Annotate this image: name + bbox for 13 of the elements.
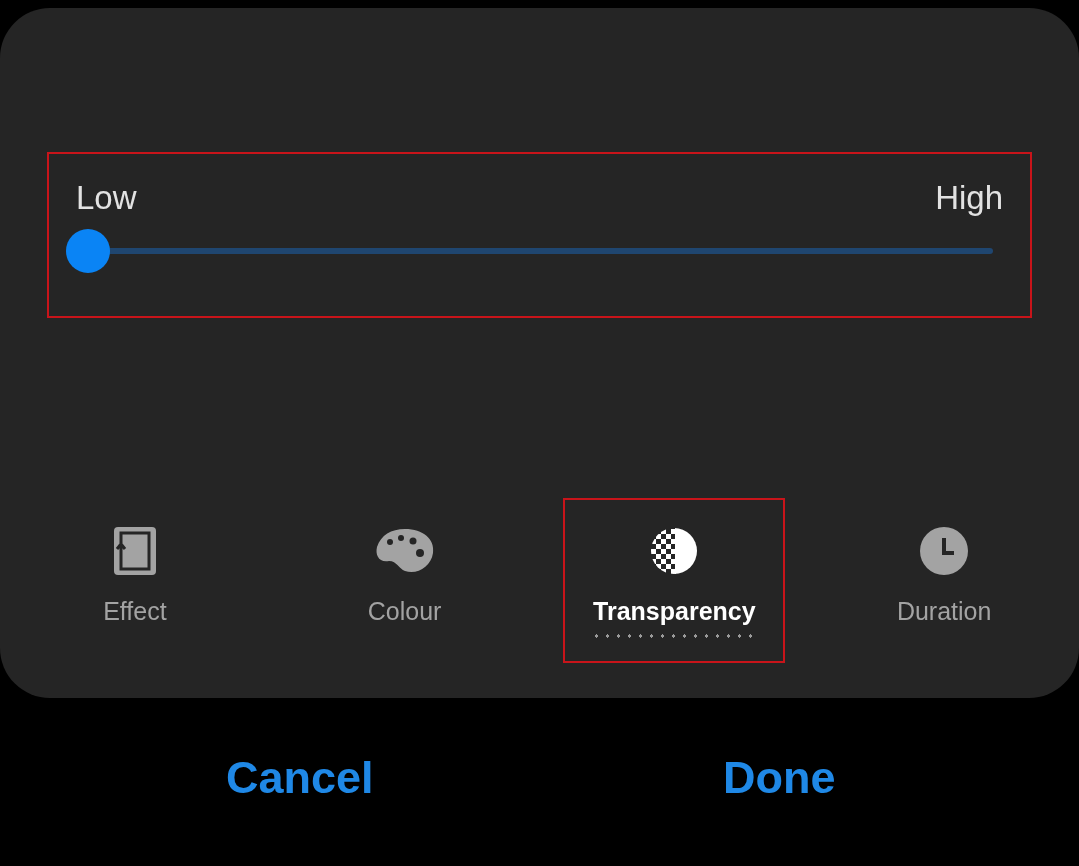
palette-icon: [374, 527, 435, 575]
slider-thumb[interactable]: [66, 229, 110, 273]
low-label: Low: [76, 178, 137, 218]
tab[interactable]: Duration: [833, 498, 1056, 663]
dialog-button[interactable]: Cancel: [205, 745, 394, 811]
transparency-icon: [651, 528, 698, 574]
high-label: High: [935, 178, 1003, 218]
tab[interactable]: Colour: [293, 498, 516, 663]
tab[interactable]: Transparency: [563, 498, 786, 663]
dialog-button[interactable]: Done: [703, 745, 856, 811]
clock-icon: [920, 527, 969, 575]
tab[interactable]: Effect: [23, 498, 246, 663]
frame-icon: [113, 527, 156, 575]
